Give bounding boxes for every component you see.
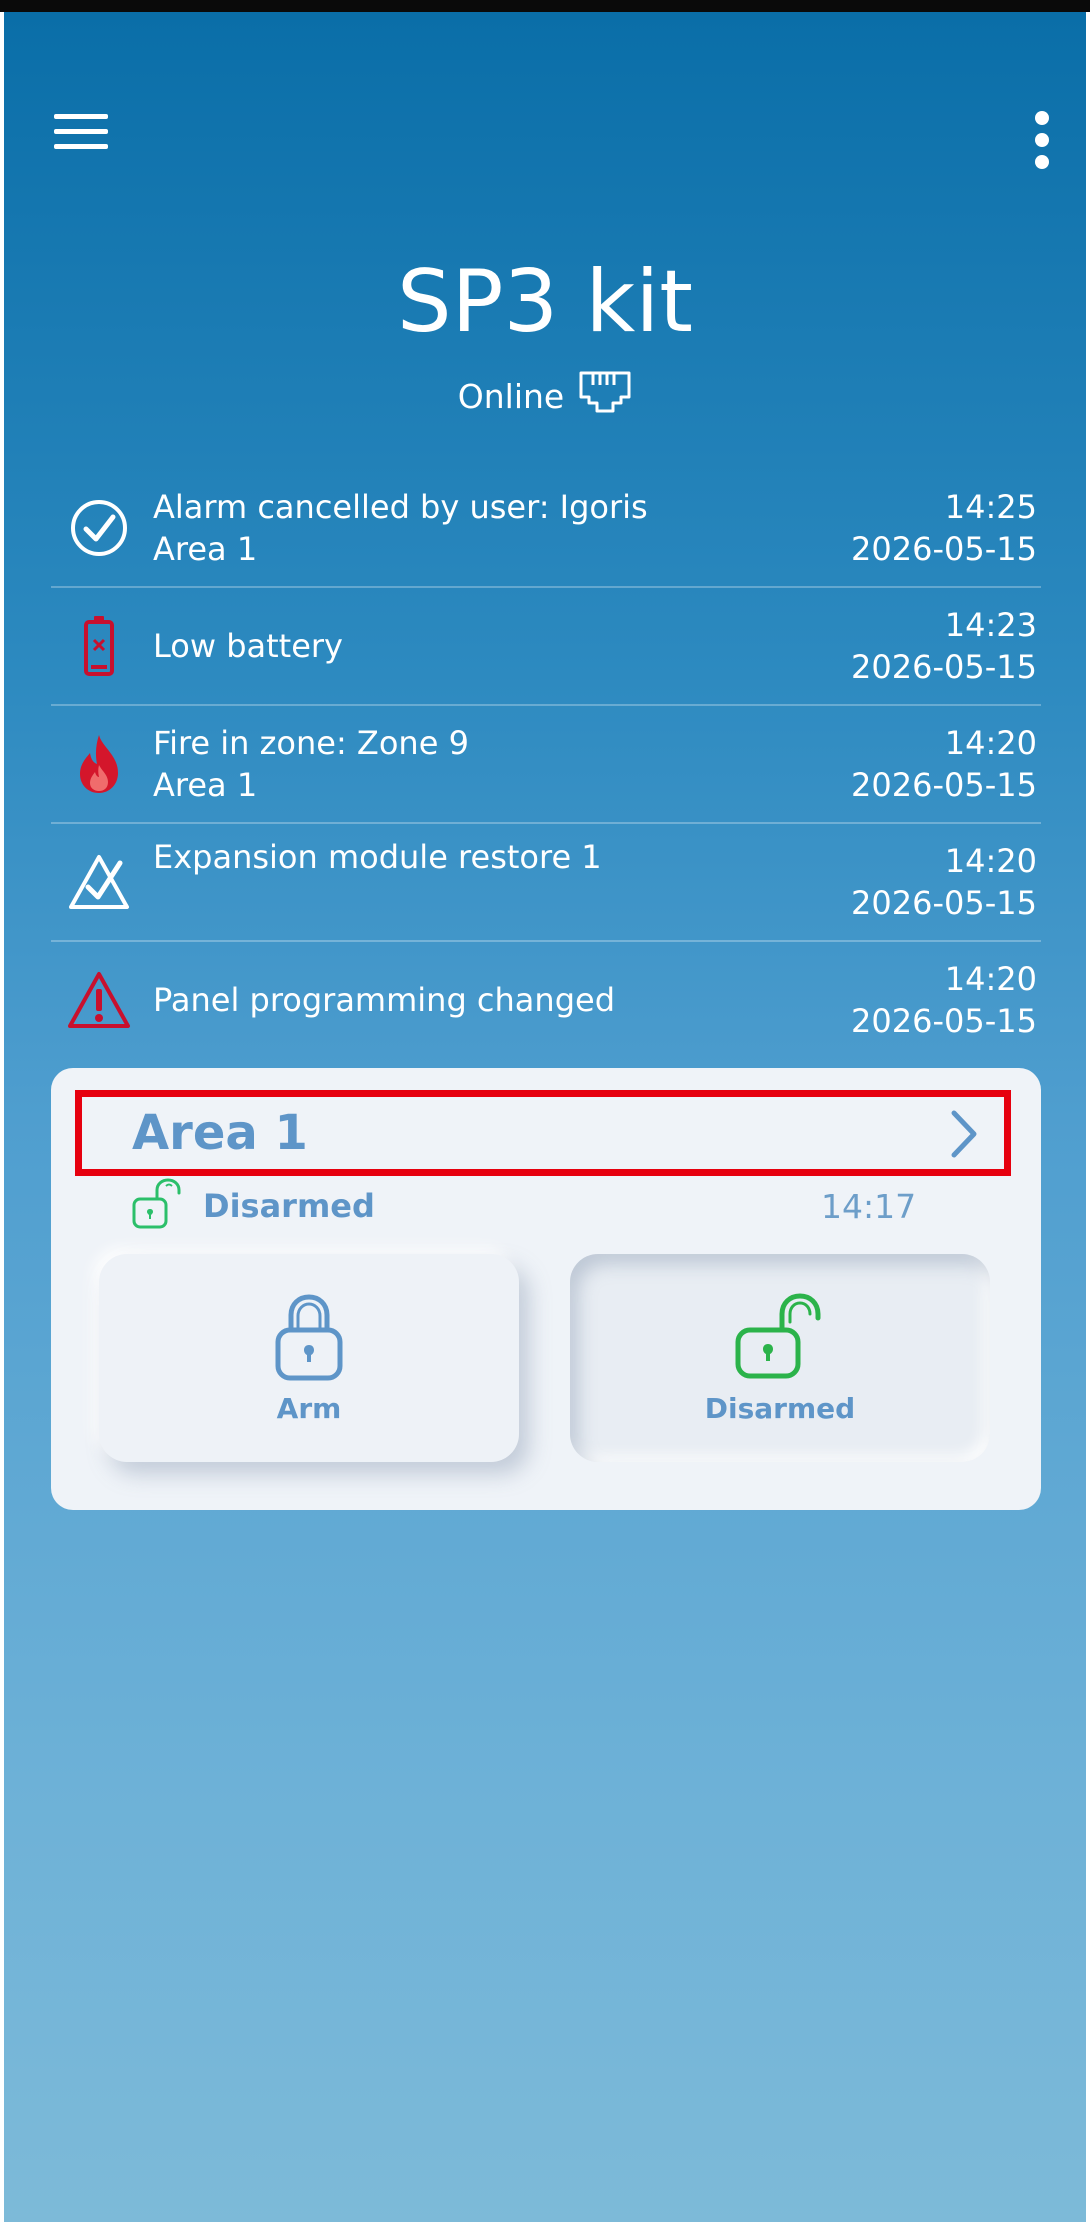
event-area: Area 1 xyxy=(153,530,258,568)
ethernet-icon xyxy=(578,370,632,422)
check-circle-icon xyxy=(65,470,133,586)
fire-icon xyxy=(65,706,133,822)
event-text: Low battery xyxy=(153,588,793,704)
area-state-label: Disarmed xyxy=(203,1187,375,1225)
event-timestamp: 14:25 2026-05-15 xyxy=(787,470,1037,586)
event-timestamp: 14:20 2026-05-15 xyxy=(787,706,1037,822)
event-list: Alarm cancelled by user: Igoris Area 1 1… xyxy=(51,470,1041,1058)
arm-button-label: Arm xyxy=(276,1391,342,1425)
more-vertical-icon[interactable] xyxy=(1014,102,1070,178)
connection-status: Online xyxy=(4,370,1086,422)
low-battery-icon xyxy=(65,588,133,704)
event-row[interactable]: Fire in zone: Zone 9 Area 1 14:20 2026-0… xyxy=(51,706,1041,824)
chevron-right-icon xyxy=(944,1107,984,1161)
disarm-button[interactable]: Disarmed xyxy=(570,1254,990,1462)
area-state: Disarmed xyxy=(131,1176,375,1236)
event-title: Fire in zone: Zone 9 xyxy=(153,724,469,762)
area-state-time: 14:17 xyxy=(821,1186,917,1226)
event-row[interactable]: Panel programming changed 14:20 2026-05-… xyxy=(51,942,1041,1058)
disarm-button-label: Disarmed xyxy=(704,1391,856,1425)
event-timestamp: 14:20 2026-05-15 xyxy=(787,824,1037,940)
connection-status-label: Online xyxy=(457,376,565,416)
event-area: Area 1 xyxy=(153,766,258,804)
warning-icon xyxy=(65,942,133,1058)
event-title: Panel programming changed xyxy=(153,981,615,1019)
event-title: Alarm cancelled by user: Igoris xyxy=(153,488,648,526)
event-date: 2026-05-15 xyxy=(851,648,1037,686)
event-row[interactable]: Low battery 14:23 2026-05-15 xyxy=(51,588,1041,706)
status-bar-border xyxy=(0,0,1090,12)
app-screen: SP3 kit Online Alarm cancelled by user: … xyxy=(4,12,1086,2222)
event-title: Expansion module restore 1 xyxy=(153,838,602,876)
area-header-link[interactable]: Area 1 xyxy=(75,1090,1011,1176)
event-date: 2026-05-15 xyxy=(851,1002,1037,1040)
event-date: 2026-05-15 xyxy=(851,530,1037,568)
event-date: 2026-05-15 xyxy=(851,766,1037,804)
event-time: 14:20 xyxy=(944,842,1037,880)
hamburger-menu-icon[interactable] xyxy=(44,102,118,162)
module-restore-icon xyxy=(65,824,133,940)
event-title: Low battery xyxy=(153,627,343,665)
unlocked-icon xyxy=(131,1177,193,1235)
area-card: Area 1 Disarmed 14:17 Arm Disarmed xyxy=(51,1068,1041,1510)
event-time: 14:20 xyxy=(944,724,1037,762)
event-row[interactable]: Alarm cancelled by user: Igoris Area 1 1… xyxy=(51,470,1041,588)
event-time: 14:25 xyxy=(944,488,1037,526)
event-time: 14:20 xyxy=(944,960,1037,998)
event-text: Panel programming changed xyxy=(153,942,793,1058)
event-timestamp: 14:20 2026-05-15 xyxy=(787,942,1037,1058)
event-date: 2026-05-15 xyxy=(851,884,1037,922)
area-name: Area 1 xyxy=(132,1105,308,1161)
unlocked-icon xyxy=(730,1292,830,1386)
arm-button[interactable]: Arm xyxy=(99,1254,519,1462)
event-text: Alarm cancelled by user: Igoris Area 1 xyxy=(153,470,793,586)
event-row[interactable]: Expansion module restore 1 14:20 2026-05… xyxy=(51,824,1041,942)
event-time: 14:23 xyxy=(944,606,1037,644)
page-title: SP3 kit xyxy=(397,252,693,352)
event-timestamp: 14:23 2026-05-15 xyxy=(787,588,1037,704)
lock-icon xyxy=(274,1292,344,1386)
event-text: Fire in zone: Zone 9 Area 1 xyxy=(153,706,793,822)
event-text: Expansion module restore 1 xyxy=(153,824,793,940)
